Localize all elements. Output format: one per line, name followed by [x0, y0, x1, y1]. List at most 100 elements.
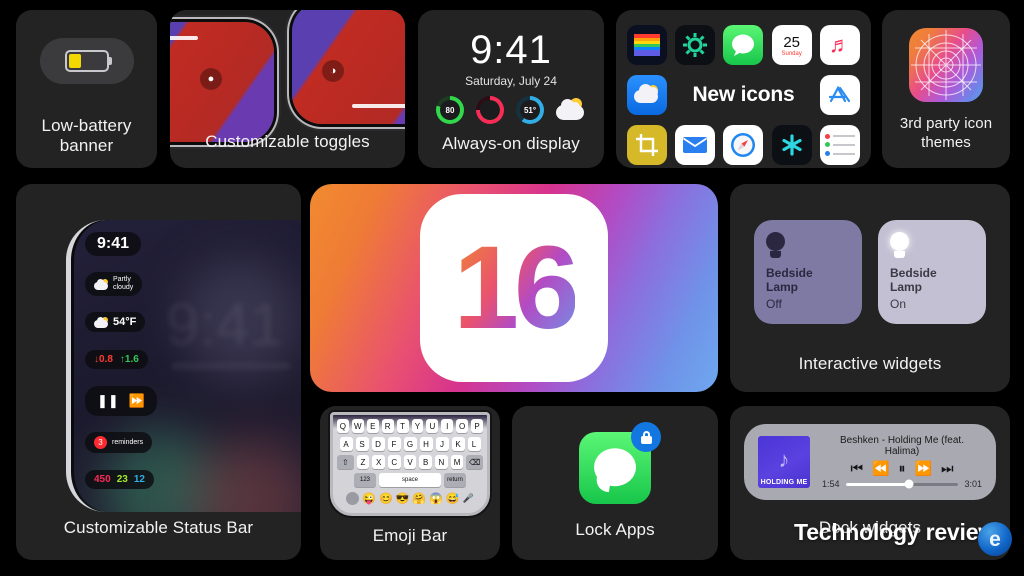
- keyboard-mockup: Q W E R T Y U I O P A S D F G H J K L ⇧ …: [330, 412, 490, 516]
- key[interactable]: E: [366, 419, 379, 433]
- key[interactable]: T: [396, 419, 409, 433]
- skip-forward-icon[interactable]: ⏭: [941, 461, 954, 475]
- key[interactable]: F: [387, 437, 401, 451]
- safari-icon[interactable]: [723, 125, 764, 165]
- key[interactable]: B: [419, 455, 433, 469]
- tile-low-battery-banner[interactable]: Low-battery banner: [16, 10, 157, 168]
- emoji-item[interactable]: 😅: [446, 492, 460, 505]
- key[interactable]: H: [419, 437, 433, 451]
- status-pill-weather-condition[interactable]: Partly cloudy: [85, 272, 143, 296]
- tile-customizable-toggles[interactable]: ● ◑ Customizable toggles: [170, 10, 405, 168]
- weather-icon[interactable]: [556, 98, 586, 122]
- key[interactable]: G: [403, 437, 417, 451]
- lamp-title-line1: Bedside: [766, 266, 813, 280]
- status-pill-stocks[interactable]: ↓0.8 ↑1.6: [85, 350, 148, 369]
- return-key[interactable]: return: [444, 473, 466, 487]
- key[interactable]: K: [451, 437, 465, 451]
- dark-mode-icon[interactable]: ◑: [322, 60, 344, 82]
- key[interactable]: N: [435, 455, 448, 469]
- calendar-icon[interactable]: 25 Sunday: [771, 25, 812, 65]
- channel-logo-icon: e: [978, 522, 1012, 556]
- key[interactable]: Z: [356, 455, 370, 469]
- lamp-state-on: On: [890, 297, 907, 311]
- tile-customizable-status-bar[interactable]: 9:41 9:41 Partly cloudy 54°F ↓0.8 ↑1.6 ❚…: [16, 184, 301, 560]
- fast-forward-icon[interactable]: ⏩: [915, 461, 932, 475]
- status-pill-activity[interactable]: 450 23 12: [85, 470, 154, 489]
- next-track-icon[interactable]: ⏩: [129, 393, 145, 409]
- keyboard-row-4: 123 space return: [337, 473, 483, 487]
- tile-label-third-party-themes: 3rd party icon themes: [899, 115, 993, 151]
- shortcuts-icon[interactable]: [771, 125, 812, 165]
- pause-icon[interactable]: ❚❚: [97, 393, 119, 409]
- tile-interactive-widgets[interactable]: Bedside Lamp Off Bedside Lamp On Interac…: [730, 184, 1010, 392]
- emoji-item[interactable]: 😊: [379, 492, 393, 505]
- tile-emoji-bar[interactable]: Q W E R T Y U I O P A S D F G H J K L ⇧ …: [320, 406, 500, 560]
- key[interactable]: I: [441, 419, 454, 433]
- tile-new-icons[interactable]: 25 Sunday ♬ New icons: [616, 10, 871, 168]
- emoji-item[interactable]: 😱: [429, 492, 443, 505]
- key[interactable]: W: [351, 419, 364, 433]
- tile-ios-version-hero[interactable]: 16: [310, 184, 718, 392]
- key[interactable]: J: [435, 437, 449, 451]
- globe-icon[interactable]: [346, 492, 360, 505]
- mail-icon[interactable]: [675, 125, 716, 165]
- photos-icon[interactable]: [627, 25, 668, 65]
- key[interactable]: V: [403, 455, 417, 469]
- music-icon[interactable]: ♬: [819, 25, 860, 65]
- numeric-key[interactable]: 123: [354, 473, 376, 487]
- key[interactable]: R: [381, 419, 394, 433]
- tile-always-on-display[interactable]: 9:41 Saturday, July 24 80 51° Always-on …: [418, 10, 604, 168]
- key[interactable]: U: [426, 419, 439, 433]
- aod-time: 9:41: [470, 28, 552, 72]
- temperature-ring-widget[interactable]: 51°: [516, 96, 544, 124]
- scrubber-knob[interactable]: [904, 479, 914, 489]
- activity-rings-widget[interactable]: [476, 96, 504, 124]
- status-pill-time[interactable]: 9:41: [85, 232, 142, 256]
- tile-third-party-icon-themes[interactable]: 3rd party icon themes: [882, 10, 1010, 168]
- crop-icon[interactable]: [627, 125, 668, 165]
- rewind-icon[interactable]: ⏪: [872, 461, 889, 475]
- messages-icon[interactable]: [723, 25, 764, 65]
- key[interactable]: L: [467, 437, 481, 451]
- appstore-icon[interactable]: [819, 75, 860, 115]
- widget-bedside-lamp-on[interactable]: Bedside Lamp On: [878, 220, 986, 324]
- flashlight-icon[interactable]: ●: [200, 68, 222, 90]
- status-pill-reminders[interactable]: 3 reminders: [85, 432, 153, 453]
- pause-icon[interactable]: ⏸: [899, 461, 906, 475]
- key[interactable]: X: [372, 455, 385, 469]
- key[interactable]: C: [387, 455, 401, 469]
- tile-lock-apps[interactable]: Lock Apps: [512, 406, 718, 560]
- key[interactable]: O: [456, 419, 469, 433]
- backspace-key[interactable]: ⌫: [466, 455, 483, 469]
- microphone-icon[interactable]: 🎤: [463, 493, 474, 504]
- widget-bedside-lamp-off[interactable]: Bedside Lamp Off: [754, 220, 862, 324]
- key[interactable]: P: [471, 419, 484, 433]
- icon-theme-preview: [909, 28, 983, 102]
- key[interactable]: S: [355, 437, 369, 451]
- shift-key[interactable]: ⇧: [337, 455, 354, 469]
- app-icon-grid: 25 Sunday ♬ New icons: [626, 24, 861, 166]
- tile-label-customizable-status-bar: Customizable Status Bar: [63, 518, 254, 537]
- watermark-text: Technology review: [794, 518, 996, 545]
- space-key[interactable]: space: [379, 473, 441, 487]
- emoji-item[interactable]: 😎: [396, 492, 410, 505]
- key[interactable]: A: [339, 437, 353, 451]
- scrubber[interactable]: 1:54 3:01: [822, 479, 982, 489]
- key[interactable]: M: [450, 455, 464, 469]
- album-artwork: ♪ HOLDING ME: [758, 436, 810, 488]
- status-pill-temperature[interactable]: 54°F: [85, 312, 146, 332]
- battery-ring-widget[interactable]: 80: [436, 96, 464, 124]
- emoji-item[interactable]: 😜: [362, 492, 376, 505]
- skip-back-icon[interactable]: ⏮: [850, 461, 863, 475]
- weather-icon[interactable]: [627, 75, 668, 115]
- reminders-icon[interactable]: [819, 125, 860, 165]
- music-dock-widget[interactable]: ♪ HOLDING ME Beshken - Holding Me (feat.…: [744, 424, 996, 500]
- messages-icon[interactable]: [579, 422, 661, 504]
- emoji-item[interactable]: 🤗: [412, 492, 426, 505]
- tile-label-lock-apps: Lock Apps: [575, 520, 655, 539]
- status-pill-media-controls[interactable]: ❚❚ ⏩: [85, 386, 157, 416]
- key[interactable]: Q: [336, 419, 349, 433]
- key[interactable]: D: [371, 437, 385, 451]
- key[interactable]: Y: [411, 419, 424, 433]
- settings-icon[interactable]: [675, 25, 716, 65]
